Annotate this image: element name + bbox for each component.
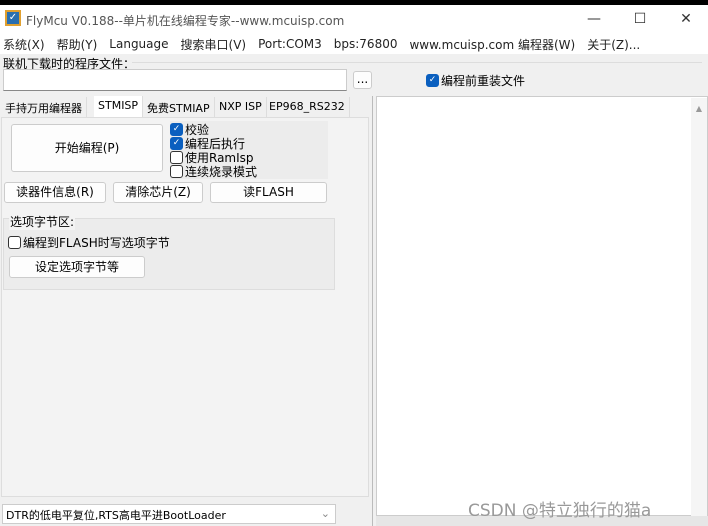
write-option-checkbox[interactable]: 编程到FLASH时写选项字节 <box>8 234 170 251</box>
menu-system[interactable]: 系统(X) <box>3 36 45 53</box>
tab-stmiap[interactable]: 免费STMIAP <box>143 97 215 117</box>
option-group-label: 选项字节区: <box>9 213 76 230</box>
menu-about[interactable]: 关于(Z)... <box>587 36 640 53</box>
menu-programmer[interactable]: www.mcuisp.com 编程器(W) <box>409 36 575 53</box>
chevron-down-icon: ⌄ <box>320 507 330 520</box>
minimize-button[interactable]: — <box>574 8 614 30</box>
reload-label: 编程前重装文件 <box>441 74 526 88</box>
menu-bps[interactable]: bps:76800 <box>334 37 398 51</box>
tab-ep968[interactable]: EP968_RS232 <box>265 97 350 117</box>
app-logo-icon: ✓ <box>5 10 21 26</box>
read-info-button[interactable]: 读器件信息(R) <box>4 182 106 203</box>
scrollbar[interactable]: ▲ <box>691 98 707 516</box>
tab-stmisp[interactable]: STMISP <box>94 96 144 118</box>
reload-checkbox[interactable]: ✓ 编程前重装文件 <box>426 72 525 89</box>
continuous-checkbox[interactable]: 连续烧录模式 <box>170 164 328 179</box>
log-output[interactable] <box>376 96 708 516</box>
checkbox-icon <box>170 150 183 164</box>
checkbox-icon <box>8 236 21 249</box>
maximize-button[interactable]: ☐ <box>620 8 660 30</box>
reset-mode-select[interactable]: DTR的低电平复位,RTS高电平进BootLoader ⌄ <box>2 504 336 524</box>
checkbox-icon: ✓ <box>170 136 183 150</box>
tab-nxp-isp[interactable]: NXP ISP <box>215 97 267 117</box>
scroll-up-icon[interactable]: ▲ <box>691 104 707 113</box>
checkbox-icon: ✓ <box>426 74 439 87</box>
erase-chip-button[interactable]: 清除芯片(Z) <box>113 182 203 203</box>
file-path-input[interactable] <box>3 69 347 91</box>
start-programming-button[interactable]: 开始编程(P) <box>11 124 163 172</box>
tab-handheld[interactable]: 手持万用编程器 <box>1 97 87 117</box>
set-option-button[interactable]: 设定选项字节等 <box>9 256 145 278</box>
browse-button[interactable]: ... <box>353 71 372 89</box>
read-flash-button[interactable]: 读FLASH <box>210 182 327 203</box>
write-option-label: 编程到FLASH时写选项字节 <box>23 236 170 250</box>
watermark: CSDN @特立独行的猫a <box>468 501 652 521</box>
close-button[interactable]: ✕ <box>666 8 706 30</box>
window-title: FlyMcu V0.188--单片机在线编程专家--www.mcuisp.com <box>26 14 345 28</box>
options-area: ✓ 校验 ✓ 编程后执行 使用RamIsp 连续烧录模式 <box>170 121 328 179</box>
menu-help[interactable]: 帮助(Y) <box>57 36 98 53</box>
divider <box>132 62 702 63</box>
menu-language[interactable]: Language <box>109 37 168 51</box>
checkbox-icon: ✓ <box>170 122 183 136</box>
option-label: 连续烧录模式 <box>185 164 258 179</box>
menu-port[interactable]: Port:COM3 <box>258 37 322 51</box>
reset-mode-value: DTR的低电平复位,RTS高电平进BootLoader <box>6 509 226 522</box>
splitter[interactable] <box>372 96 373 526</box>
menu-search-port[interactable]: 搜索串口(V) <box>181 36 247 53</box>
checkbox-icon <box>170 164 183 178</box>
menu-bar: 系统(X) 帮助(Y) Language 搜索串口(V) Port:COM3 b… <box>0 34 708 54</box>
